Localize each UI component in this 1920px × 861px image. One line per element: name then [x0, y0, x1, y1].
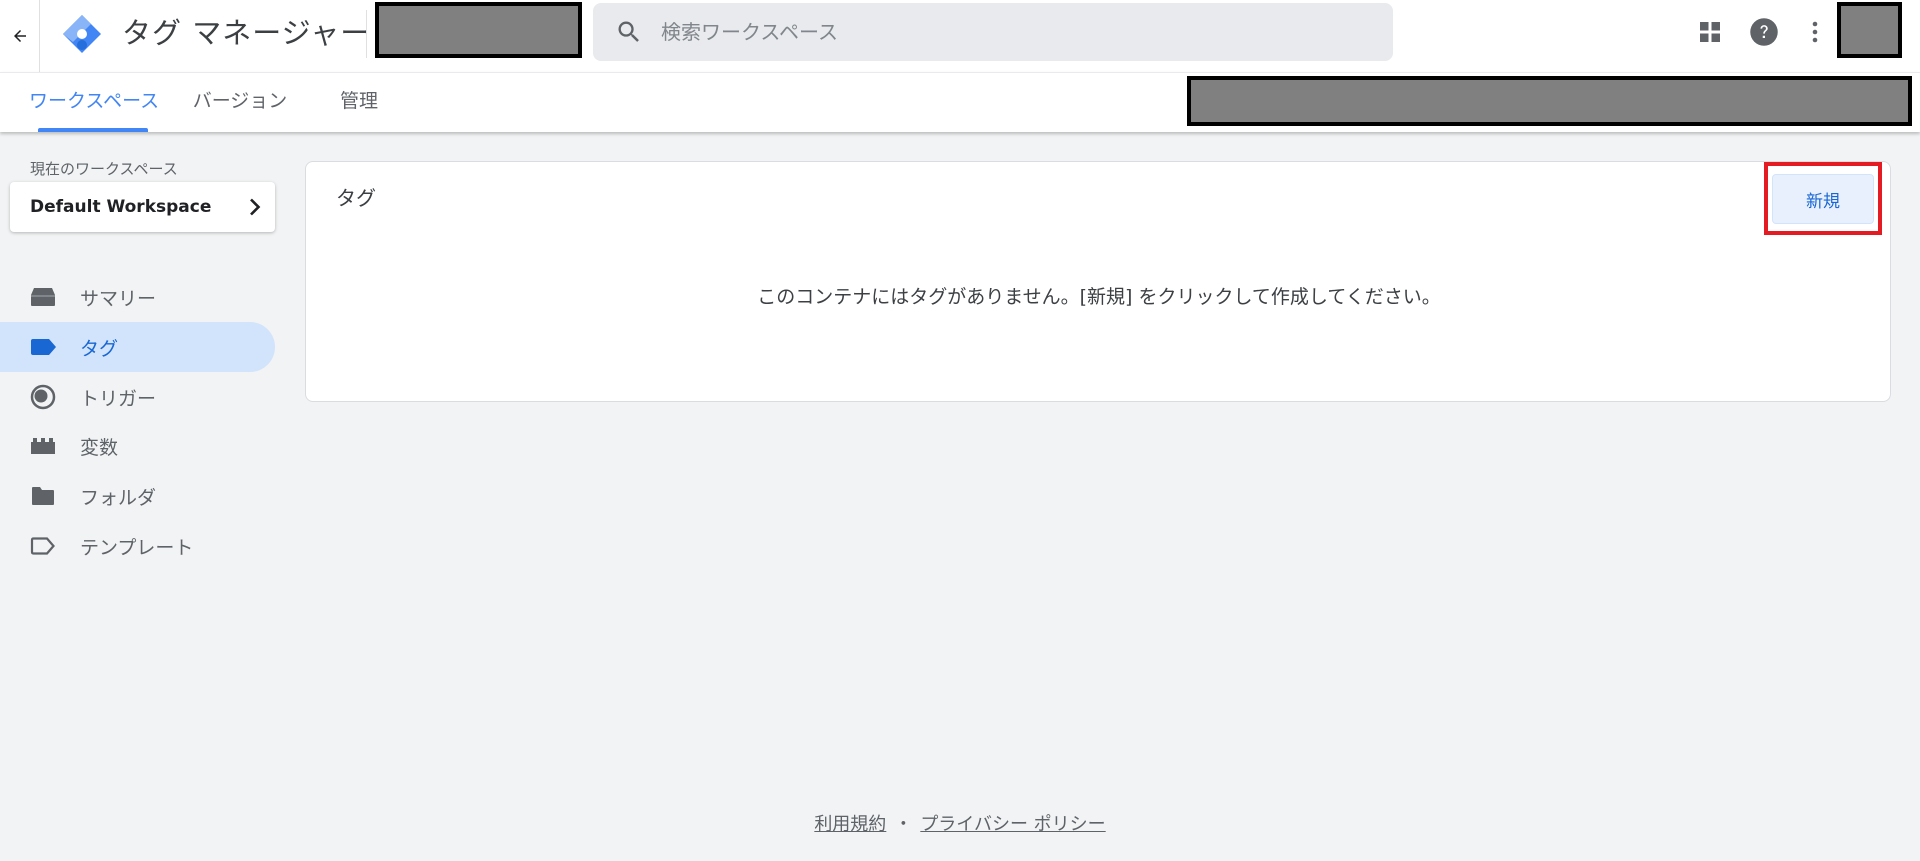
search-icon	[597, 3, 661, 61]
summary-icon	[28, 282, 58, 312]
title-divider	[366, 10, 367, 58]
back-arrow-icon	[13, 30, 26, 42]
chevron-right-icon	[235, 198, 275, 216]
privacy-policy-link[interactable]: プライバシー ポリシー	[920, 814, 1105, 835]
sidebar-item-triggers[interactable]: トリガー	[0, 372, 275, 422]
redacted-account-selector[interactable]	[375, 2, 582, 58]
sidebar-item-tags[interactable]: タグ	[0, 322, 275, 372]
tabs-bar: ワークスペース バージョン 管理	[0, 72, 1920, 132]
tab-versions[interactable]: バージョン	[190, 73, 290, 133]
trigger-icon	[28, 382, 58, 412]
sidebar-item-label: フォルダ	[80, 486, 157, 509]
footer: 利用規約・プライバシー ポリシー	[0, 810, 1920, 836]
sidebar-item-folders[interactable]: フォルダ	[0, 471, 275, 521]
sidebar-item-label: テンプレート	[80, 536, 194, 559]
folder-icon	[28, 481, 58, 511]
variables-icon	[28, 431, 58, 461]
help-button[interactable]	[1744, 12, 1784, 52]
app-title: タグ マネージャー	[122, 16, 371, 50]
footer-separator: ・	[894, 814, 913, 835]
sidebar-item-label: トリガー	[80, 387, 157, 410]
redacted-workspace-info	[1187, 76, 1912, 126]
tags-card: タグ 新規 このコンテナにはタグがありません。[新規] をクリックして作成してく…	[305, 161, 1891, 402]
tag-manager-logo-icon	[63, 15, 101, 53]
template-icon	[28, 531, 58, 561]
more-vert-icon	[1812, 21, 1818, 43]
workspace-name: Default Workspace	[30, 197, 212, 217]
apps-button[interactable]	[1690, 12, 1730, 52]
current-workspace-label: 現在のワークスペース	[30, 160, 178, 178]
top-bar: タグ マネージャー	[0, 0, 1920, 72]
back-button[interactable]	[0, 0, 40, 72]
more-options-button[interactable]	[1795, 12, 1835, 52]
sidebar-item-variables[interactable]: 変数	[0, 421, 275, 471]
terms-link[interactable]: 利用規約	[814, 814, 886, 835]
help-icon	[1750, 18, 1778, 46]
workspace-selector[interactable]: Default Workspace	[10, 182, 275, 232]
sidebar-item-label: 変数	[80, 436, 119, 459]
new-tag-button[interactable]: 新規	[1772, 174, 1874, 224]
sidebar-item-summary[interactable]: サマリー	[0, 272, 275, 322]
sidebar-item-label: タグ	[80, 337, 119, 360]
empty-state-message: このコンテナにはタグがありません。[新規] をクリックして作成してください。	[757, 286, 1441, 308]
active-tab-indicator	[38, 128, 148, 132]
tab-workspace[interactable]: ワークスペース	[29, 73, 159, 133]
apps-grid-icon	[1700, 22, 1720, 42]
search-box[interactable]	[593, 3, 1393, 61]
sidebar-item-templates[interactable]: テンプレート	[0, 521, 275, 571]
search-input[interactable]	[661, 12, 1361, 52]
redacted-account-avatar[interactable]	[1837, 2, 1902, 58]
tag-icon	[28, 332, 58, 362]
sidebar-item-label: サマリー	[80, 287, 157, 310]
tab-admin[interactable]: 管理	[334, 73, 384, 133]
card-title: タグ	[336, 186, 376, 210]
